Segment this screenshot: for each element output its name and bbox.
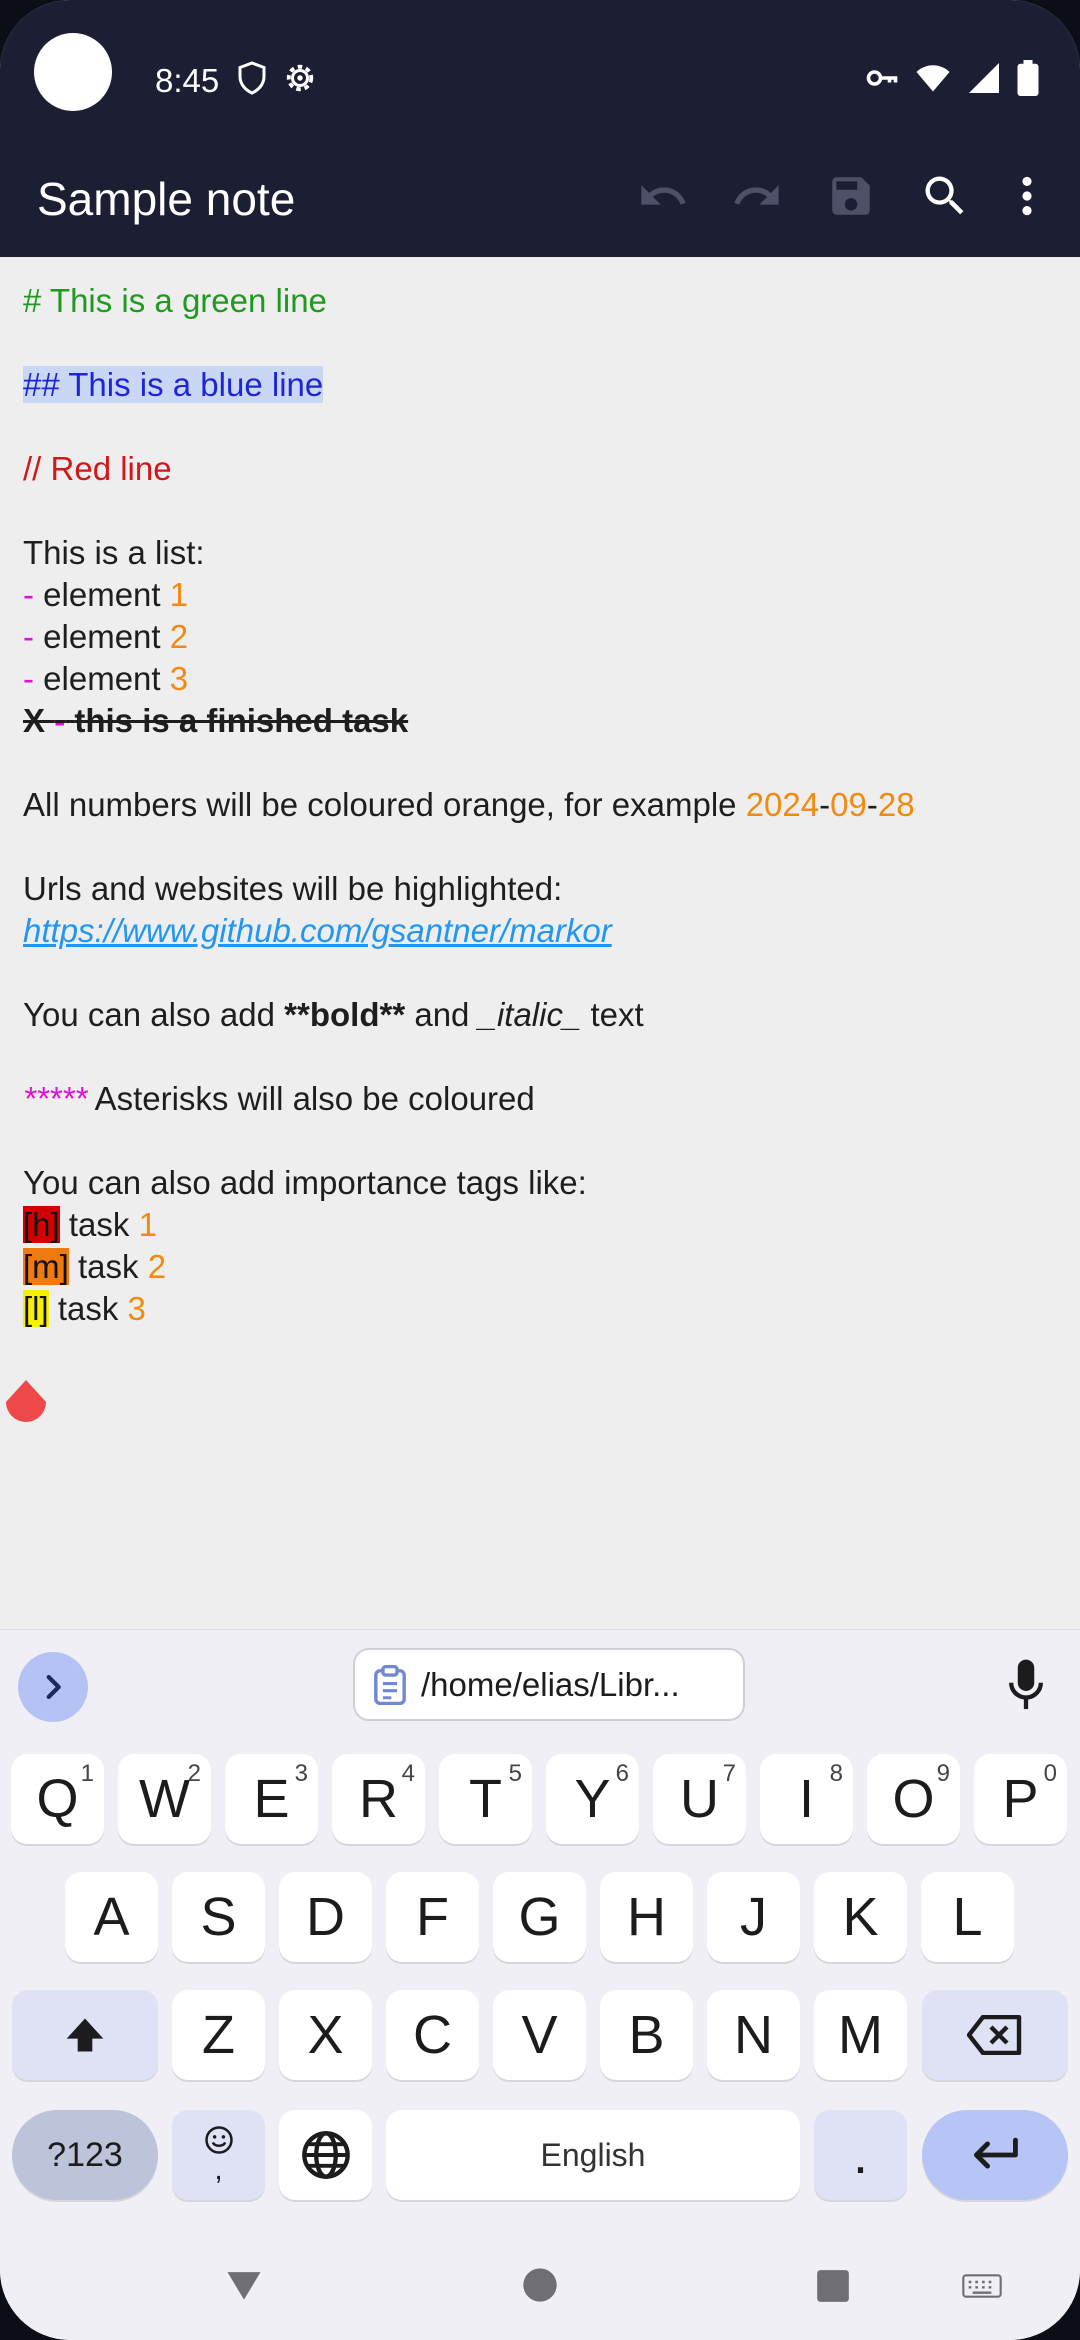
heading2-text: ## This is a blue line bbox=[23, 366, 324, 403]
key-k[interactable]: K bbox=[814, 1872, 907, 1962]
comment-line: // Red line bbox=[23, 448, 1057, 490]
key-e[interactable]: E3 bbox=[225, 1754, 318, 1844]
shield-icon bbox=[238, 61, 266, 95]
save-icon bbox=[832, 177, 870, 215]
microphone-icon[interactable] bbox=[1006, 1658, 1046, 1714]
key-g[interactable]: G bbox=[493, 1872, 586, 1962]
soft-keyboard: /home/elias/Libr... Q1 W2 E3 R4 T5 Y6 U7… bbox=[0, 1629, 1080, 2340]
phone-screen: 8:45 Sample note # This is a green line … bbox=[0, 0, 1080, 2340]
list-item: - element 2 bbox=[23, 618, 189, 655]
period-key[interactable]: . bbox=[814, 2110, 907, 2200]
key-d[interactable]: D bbox=[279, 1872, 372, 1962]
key-c[interactable]: C bbox=[386, 1990, 479, 2080]
key-a[interactable]: A bbox=[65, 1872, 158, 1962]
recents-icon[interactable] bbox=[814, 2267, 852, 2305]
key-y[interactable]: Y6 bbox=[546, 1754, 639, 1844]
app-bar-actions bbox=[616, 160, 1062, 232]
key-p[interactable]: P0 bbox=[974, 1754, 1067, 1844]
camera-cutout bbox=[34, 33, 112, 111]
redo-icon bbox=[734, 185, 779, 205]
status-icons bbox=[864, 60, 1040, 96]
key-l[interactable]: L bbox=[921, 1872, 1014, 1962]
note-editor[interactable]: # This is a green line ## This is a blue… bbox=[0, 257, 1080, 1629]
top-bar: 8:45 Sample note bbox=[0, 0, 1080, 257]
keyboard-switch-icon[interactable] bbox=[962, 2273, 1002, 2299]
cursor-handle-icon[interactable] bbox=[2, 1378, 50, 1433]
more-vert-icon bbox=[1022, 176, 1032, 216]
clipboard-icon bbox=[374, 1664, 406, 1705]
note-title: Sample note bbox=[37, 173, 296, 225]
numbers-line: All numbers will be coloured orange, for… bbox=[23, 786, 915, 823]
clipboard-suggestion-chip[interactable]: /home/elias/Libr... bbox=[353, 1648, 745, 1721]
status-time: 8:45 bbox=[155, 62, 220, 99]
heading1-text: # This is a green line bbox=[23, 282, 327, 319]
backspace-key[interactable] bbox=[922, 1990, 1068, 2080]
list-item: - element 3 bbox=[23, 660, 189, 697]
key-n[interactable]: N bbox=[707, 1990, 800, 2080]
tags-title: You can also add importance tags like: bbox=[23, 1164, 587, 1201]
redo-button[interactable] bbox=[710, 160, 804, 232]
space-key[interactable]: English bbox=[386, 2110, 800, 2200]
clipboard-text: /home/elias/Libr... bbox=[421, 1665, 680, 1703]
heading1-line: # This is a green line bbox=[23, 280, 1057, 322]
key-r[interactable]: R4 bbox=[332, 1754, 425, 1844]
emoji-comma-key[interactable]: , bbox=[172, 2110, 265, 2200]
home-icon[interactable] bbox=[520, 2265, 560, 2305]
more-options-button[interactable] bbox=[992, 160, 1062, 232]
chevron-right-icon bbox=[46, 1674, 61, 1700]
vpn-key-icon bbox=[866, 70, 898, 86]
urls-line: Urls and websites will be highlighted: bbox=[23, 870, 563, 907]
wifi-icon bbox=[916, 65, 950, 92]
battery-icon bbox=[1017, 60, 1039, 96]
key-t[interactable]: T5 bbox=[439, 1754, 532, 1844]
enter-key[interactable] bbox=[922, 2110, 1068, 2200]
key-w[interactable]: W2 bbox=[118, 1754, 211, 1844]
backspace-icon bbox=[967, 2015, 1022, 2055]
key-x[interactable]: X bbox=[279, 1990, 372, 2080]
key-q[interactable]: Q1 bbox=[11, 1754, 104, 1844]
symbols-key[interactable]: ?123 bbox=[12, 2110, 158, 2200]
emoji-icon bbox=[204, 2126, 233, 2154]
url-link[interactable]: https://www.github.com/gsantner/markor bbox=[23, 910, 1057, 952]
tag-line-high: [h] task 1 bbox=[23, 1206, 157, 1243]
globe-icon bbox=[301, 2131, 350, 2179]
key-i[interactable]: I8 bbox=[760, 1754, 853, 1844]
back-icon[interactable] bbox=[222, 2263, 266, 2307]
tag-line-low: [l] task 3 bbox=[23, 1290, 146, 1327]
undo-button[interactable] bbox=[616, 160, 710, 232]
key-o[interactable]: O9 bbox=[867, 1754, 960, 1844]
key-j[interactable]: J bbox=[707, 1872, 800, 1962]
settings-gear-icon bbox=[286, 64, 314, 92]
list-item: - element 1 bbox=[23, 576, 189, 613]
key-f[interactable]: F bbox=[386, 1872, 479, 1962]
key-s[interactable]: S bbox=[172, 1872, 265, 1962]
system-nav-bar bbox=[0, 2235, 1080, 2340]
finished-task-line: X - this is a finished task bbox=[23, 702, 409, 739]
key-v[interactable]: V bbox=[493, 1990, 586, 2080]
shift-key[interactable] bbox=[12, 1990, 158, 2080]
search-button[interactable] bbox=[898, 160, 992, 232]
asterisks-line: ***** Asterisks will also be coloured bbox=[23, 1080, 535, 1117]
keyboard-suggestion-bar: /home/elias/Libr... bbox=[0, 1630, 1080, 1738]
tag-line-medium: [m] task 2 bbox=[23, 1248, 167, 1285]
enter-icon bbox=[974, 2137, 1018, 2169]
key-h[interactable]: H bbox=[600, 1872, 693, 1962]
undo-icon bbox=[641, 185, 686, 205]
key-z[interactable]: Z bbox=[172, 1990, 265, 2080]
comment-text: // Red line bbox=[23, 450, 172, 487]
shift-icon bbox=[66, 2018, 104, 2052]
heading2-line: ## This is a blue line bbox=[23, 364, 1057, 406]
cell-signal-icon bbox=[969, 63, 999, 93]
list-title: This is a list: bbox=[23, 534, 205, 571]
formatting-line: You can also add **bold** and _italic_ t… bbox=[23, 996, 644, 1033]
key-u[interactable]: U7 bbox=[653, 1754, 746, 1844]
save-button[interactable] bbox=[804, 160, 898, 232]
expand-toolbar-button[interactable] bbox=[18, 1652, 88, 1722]
key-m[interactable]: M bbox=[814, 1990, 907, 2080]
language-key[interactable] bbox=[279, 2110, 372, 2200]
search-icon bbox=[925, 176, 964, 215]
key-b[interactable]: B bbox=[600, 1990, 693, 2080]
